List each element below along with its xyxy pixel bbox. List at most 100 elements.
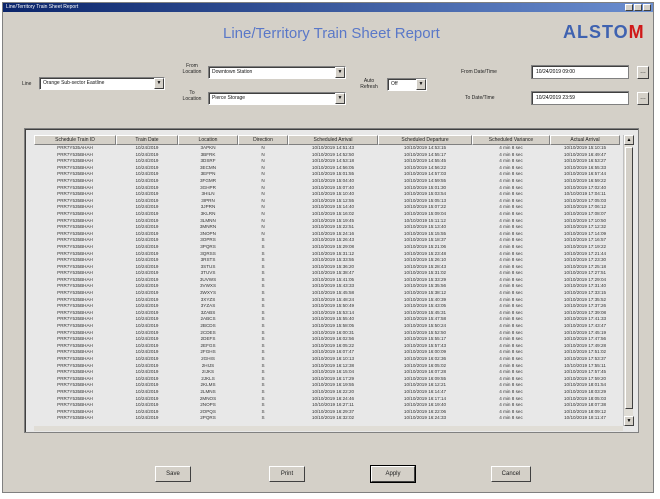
to-datetime-field[interactable]: 10/24/2019 23:59	[531, 91, 629, 105]
table-row[interactable]: PRR7Y535BHAH 10/24/2019 2MNOS S 10/10/2019 1…	[34, 396, 620, 403]
scroll-down-icon[interactable]: ▼	[624, 416, 634, 426]
table-cell: 10/10/2019 16:29:37	[311, 408, 355, 414]
minimize-button[interactable]	[625, 4, 633, 11]
table-row[interactable]: PRR7Y535BHAH 10/24/2019 2JKLS S 10/10/2019 1…	[34, 376, 620, 383]
chevron-down-icon[interactable]: ▼	[335, 67, 345, 78]
table-cell: PRR7Y535BHAH	[57, 210, 93, 216]
chevron-down-icon[interactable]: ▼	[416, 79, 426, 90]
chevron-down-icon[interactable]: ▼	[335, 93, 345, 104]
table-cell: 10/10/2019 14:53:15	[403, 145, 447, 150]
table-cell: 4 min 8 sec	[499, 303, 523, 309]
table-row[interactable]: PRR7Y535BHAH 10/24/2019 3RSTS S 10/10/2019 1…	[34, 257, 620, 264]
column-header[interactable]: Train Date	[116, 135, 178, 145]
scroll-up-icon[interactable]: ▲	[624, 135, 634, 145]
table-row[interactable]: PRR7Y535BHAH 10/24/2019 3HILN N 10/10/2019 1…	[34, 191, 620, 198]
table-row[interactable]: PRR7Y535BHAH 10/24/2019 3ZABS S 10/10/2019 1…	[34, 310, 620, 317]
table-row[interactable]: PRR7Y535BHAH 10/24/2019 2IJKS S 10/10/2019 1…	[34, 369, 620, 376]
table-cell: 10/10/2019 17:12:32	[563, 224, 607, 230]
table-row[interactable]: PRR7Y535BHAH 10/24/2019 2BCDS S 10/10/2019 1…	[34, 323, 620, 330]
table-cell: 10/10/2019 15:57:43	[403, 342, 447, 348]
table-row[interactable]: PRR7Y535BHAH 10/24/2019 3MNRN N 10/10/2019 1…	[34, 224, 620, 231]
table-row[interactable]: PRR7Y535BHAH 10/24/2019 2GHIS S 10/10/2019 1…	[34, 356, 620, 363]
table-row[interactable]: PRR7Y535BHAH 10/24/2019 3DSRF N 10/10/2019 1…	[34, 158, 620, 165]
table-cell: 3XYZS	[200, 296, 216, 302]
table-cell: 4 min 8 sec	[499, 283, 523, 289]
save-button[interactable]: Save	[155, 466, 191, 482]
table-row[interactable]: PRR7Y535AHAH 10/24/2019 3APKN N 10/10/2019 1…	[34, 145, 620, 152]
chevron-down-icon[interactable]: ▼	[154, 78, 164, 89]
table-row[interactable]: PRR7Y535BHAH 10/24/2019 3EFPN N 10/10/2019 1…	[34, 171, 620, 178]
table-cell: S	[261, 323, 265, 329]
table-row[interactable]: PRR7Y535BHAH 10/24/2019 3BFRK N 10/10/2019 1…	[34, 152, 620, 159]
maximize-button[interactable]	[634, 4, 642, 11]
horizontal-scrollbar[interactable]	[34, 426, 623, 431]
from-datetime-picker-button[interactable]: …	[637, 66, 649, 79]
to-location-select[interactable]: Pierce Storage ▼	[208, 92, 346, 105]
table-row[interactable]: PRR7Y535BHAH 10/24/2019 2EFGS S 10/10/2019 1…	[34, 343, 620, 350]
close-button[interactable]	[643, 4, 651, 11]
table-cell: 10/10/2019 14:52:50	[311, 151, 355, 157]
column-header[interactable]: Actual Arrival	[550, 135, 620, 145]
table-row[interactable]: PRR7Y535BHAH 10/24/2019 2OPQS S 10/10/2019 1…	[34, 409, 620, 416]
table-row[interactable]: PRR7Y535BHAH 10/24/2019 2PQRS S 10/10/2019 1…	[34, 415, 620, 422]
table-row[interactable]: PRR7Y535BHAH 10/24/2019 3UVWS S 10/10/2019 1…	[34, 277, 620, 284]
table-cell: 10/24/2019	[135, 263, 159, 269]
line-select[interactable]: Orange Sub-sector Eastline ▼	[39, 77, 165, 90]
table-row[interactable]: PRR7Y535BHAH 10/24/2019 2LMNS S 10/10/2019 1…	[34, 389, 620, 396]
column-header[interactable]: Location	[178, 135, 238, 145]
table-cell: PRR7Y535AHAH	[57, 145, 93, 150]
table-row[interactable]: PRR7Y535BHAH 10/24/2019 2DEFS S 10/10/2019 1…	[34, 336, 620, 343]
table-row[interactable]: PRR7Y535BHAH 10/24/2019 3STUS S 10/10/2019 1…	[34, 264, 620, 271]
cancel-button[interactable]: Cancel	[491, 466, 531, 482]
table-row[interactable]: PRR7Y535BHAH 10/24/2019 2KLMS S 10/10/2019 1…	[34, 382, 620, 389]
table-row[interactable]: PRR7Y535BHAH 10/24/2019 3JPRN N 10/10/2019 1…	[34, 204, 620, 211]
table-cell: 2FGHS	[200, 349, 216, 355]
logo-accent-letter: M	[628, 22, 645, 42]
column-header[interactable]: Scheduled Arrival	[288, 135, 378, 145]
page-title: Line/Territory Train Sheet Report	[223, 25, 440, 42]
to-datetime-picker-button[interactable]: …	[637, 92, 649, 105]
table-row[interactable]: PRR7Y535BHAH 10/24/2019 3NOPN N 10/10/2019 1…	[34, 231, 620, 238]
table-row[interactable]: PRR7Y535BHAH 10/24/2019 2NOPS S 10/10/2019 1…	[34, 402, 620, 409]
column-header[interactable]: Schedule Train ID	[34, 135, 116, 145]
table-row[interactable]: PRR7Y535BHAH 10/24/2019 3QRSS S 10/10/2019 1…	[34, 251, 620, 258]
print-button[interactable]: Print	[269, 466, 305, 482]
table-cell: S	[261, 309, 265, 315]
table-cell: N	[261, 197, 265, 203]
column-header[interactable]: Scheduled Variance	[472, 135, 550, 145]
table-row[interactable]: PRR7Y535BHAH 10/24/2019 3WXYS S 10/10/2019 1…	[34, 290, 620, 297]
table-row[interactable]: PRR7Y535BHAH 10/24/2019 2ABCS S 10/10/2019 1…	[34, 316, 620, 323]
table-cell: N	[261, 204, 265, 210]
table-row[interactable]: PRR7Y535BHAH 10/24/2019 3PQRS S 10/10/2019 1…	[34, 244, 620, 251]
table-cell: 4 min 8 sec	[499, 316, 523, 322]
auto-refresh-select[interactable]: Off ▼	[387, 78, 427, 91]
column-header[interactable]: Scheduled Departure	[378, 135, 472, 145]
table-cell: 10/10/2019 14:51:43	[311, 145, 355, 150]
table-row[interactable]: PRR7Y535BHAH 10/24/2019 3YZAS S 10/10/2019 1…	[34, 303, 620, 310]
table-row[interactable]: PRR7Y535BHAH 10/24/2019 3GHPR N 10/10/2019 1…	[34, 185, 620, 192]
from-datetime-field[interactable]: 10/24/2019 09:00	[531, 65, 629, 79]
table-row[interactable]: PRR7Y535BHAH 10/24/2019 2FGHS S 10/10/2019 1…	[34, 349, 620, 356]
table-row[interactable]: PRR7Y535BHAH 10/24/2019 3TUVS S 10/10/2019 1…	[34, 270, 620, 277]
table-cell: 10/10/2019 16:49:47	[563, 151, 607, 157]
table-row[interactable]: PRR7Y535BHAH 10/24/2019 2HIJS S 10/10/2019 1…	[34, 363, 620, 370]
column-header[interactable]: Direction	[238, 135, 288, 145]
table-row[interactable]: PRR7Y535BHAH 10/24/2019 3FGMR N 10/10/2019 1…	[34, 178, 620, 185]
table-row[interactable]: PRR7Y535BHAH 10/24/2019 3OPRS S 10/10/2019 1…	[34, 237, 620, 244]
vertical-scrollbar[interactable]: ▲ ▼	[623, 135, 634, 426]
table-cell: 2GHIS	[201, 356, 215, 361]
table-row[interactable]: PRR7Y535BHAH 10/24/2019 3IPRN N 10/10/2019 1…	[34, 198, 620, 205]
apply-button[interactable]: Apply	[370, 465, 416, 483]
table-cell: 4 min 8 sec	[499, 151, 523, 157]
table-row[interactable]: PRR7Y535BHAH 10/24/2019 3ECMN N 10/10/2019 1…	[34, 165, 620, 172]
table-cell: 3QRSS	[200, 250, 216, 256]
table-cell: 10/10/2019 16:00:31	[311, 329, 355, 335]
table-row[interactable]: PRR7Y535BHAH 10/24/2019 2CDES S 10/10/2019 1…	[34, 330, 620, 337]
table-row[interactable]: PRR7Y535BHAH 10/24/2019 3VWXS S 10/10/2019 1…	[34, 283, 620, 290]
scroll-thumb[interactable]	[625, 147, 633, 409]
from-location-select[interactable]: Downtown Station ▼	[208, 66, 346, 79]
table-cell: 4 min 8 sec	[499, 276, 523, 282]
table-row[interactable]: PRR7Y535BHAH 10/24/2019 3LMNN N 10/10/2019 1…	[34, 218, 620, 225]
table-row[interactable]: PRR7Y535BHAH 10/24/2019 3KLRN N 10/10/2019 1…	[34, 211, 620, 218]
table-row[interactable]: PRR7Y535BHAH 10/24/2019 3XYZS S 10/10/2019 1…	[34, 297, 620, 304]
